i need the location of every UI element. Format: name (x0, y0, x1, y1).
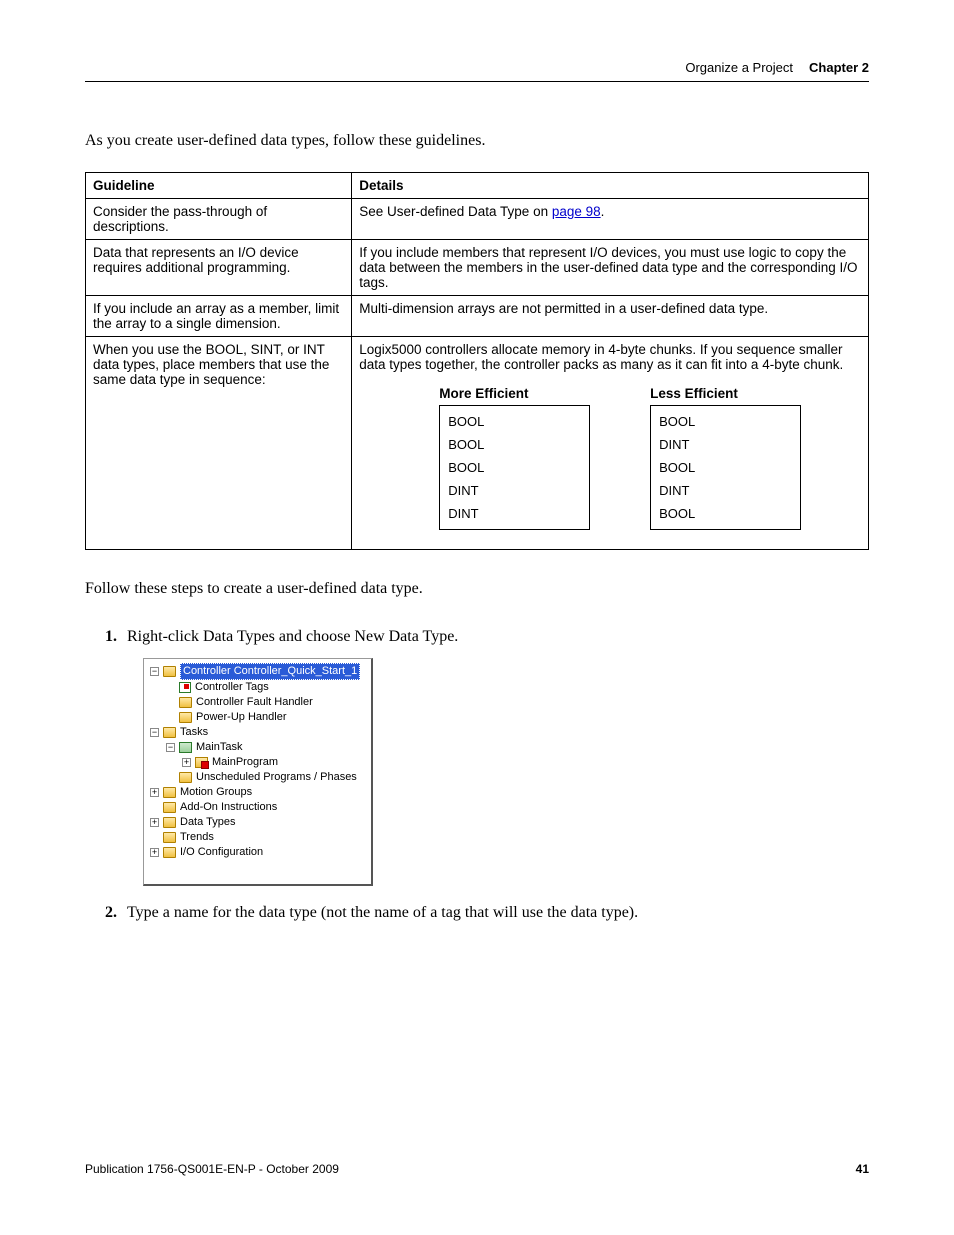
tags-icon (179, 682, 191, 693)
tree-item-unscheduled[interactable]: Unscheduled Programs / Phases (148, 770, 367, 785)
tree-label: Add-On Instructions (180, 800, 277, 815)
tree-item-mainprogram[interactable]: + MainProgram (148, 755, 367, 770)
tree-item-datatypes[interactable]: + Data Types (148, 815, 367, 830)
chapter-label: Chapter 2 (809, 60, 869, 75)
publication-id: Publication 1756-QS001E-EN-P - October 2… (85, 1162, 339, 1176)
folder-icon (163, 817, 176, 828)
details-text: . (601, 204, 605, 219)
collapse-icon[interactable]: − (166, 743, 175, 752)
table-row: If you include an array as a member, lim… (86, 296, 869, 337)
col-header-details: Details (352, 173, 869, 199)
steps-list: 1. Right-click Data Types and choose New… (85, 628, 869, 922)
tree-item-tasks[interactable]: − Tasks (148, 725, 367, 740)
folder-icon (163, 787, 176, 798)
tree-label: MainTask (196, 740, 242, 755)
type-item: BOOL (659, 456, 792, 479)
tree-label: MainProgram (212, 755, 278, 770)
chapter-title: Organize a Project (685, 60, 793, 75)
efficiency-comparison: More Efficient BOOL BOOL BOOL DINT DINT … (439, 386, 801, 530)
step-text: Type a name for the data type (not the n… (127, 904, 869, 922)
expand-icon[interactable]: + (150, 818, 159, 827)
type-item: BOOL (448, 433, 581, 456)
more-efficient-title: More Efficient (439, 386, 590, 401)
expand-icon[interactable]: + (182, 758, 191, 767)
type-item: DINT (659, 479, 792, 502)
less-efficient-title: Less Efficient (650, 386, 801, 401)
cell-details: If you include members that represent I/… (352, 240, 869, 296)
tree-item-addon[interactable]: Add-On Instructions (148, 800, 367, 815)
table-row: When you use the BOOL, SINT, or INT data… (86, 337, 869, 550)
cell-guideline: Consider the pass-through of description… (86, 199, 352, 240)
tree-item-motion[interactable]: + Motion Groups (148, 785, 367, 800)
less-efficient-box: BOOL DINT BOOL DINT BOOL (650, 405, 801, 530)
type-item: DINT (448, 479, 581, 502)
folder-open-icon (163, 666, 176, 677)
tree-item-fault-handler[interactable]: Controller Fault Handler (148, 695, 367, 710)
folder-icon (179, 697, 192, 708)
tree-label: Controller Controller_Quick_Start_1 (180, 663, 360, 680)
program-icon (195, 757, 208, 768)
type-item: BOOL (448, 410, 581, 433)
folder-icon (179, 712, 192, 723)
type-item: DINT (448, 502, 581, 525)
less-efficient-col: Less Efficient BOOL DINT BOOL DINT BOOL (650, 386, 801, 530)
cell-guideline: If you include an array as a member, lim… (86, 296, 352, 337)
tree-label: Data Types (180, 815, 235, 830)
more-efficient-box: BOOL BOOL BOOL DINT DINT (439, 405, 590, 530)
tree-label: Motion Groups (180, 785, 252, 800)
follow-text: Follow these steps to create a user-defi… (85, 580, 869, 598)
folder-icon (163, 832, 176, 843)
page-link[interactable]: page 98 (552, 204, 601, 219)
step-number: 1. (85, 628, 127, 646)
tree-item-ioconfig[interactable]: + I/O Configuration (148, 845, 367, 860)
page-footer: Publication 1756-QS001E-EN-P - October 2… (85, 1162, 869, 1176)
tree-label: Power-Up Handler (196, 710, 286, 725)
cell-details: Multi-dimension arrays are not permitted… (352, 296, 869, 337)
folder-icon (179, 772, 192, 783)
step-text: Right-click Data Types and choose New Da… (127, 628, 869, 646)
folder-icon (163, 847, 176, 858)
tree-item-powerup[interactable]: Power-Up Handler (148, 710, 367, 725)
tree-label: Trends (180, 830, 214, 845)
task-icon (179, 742, 192, 753)
details-text: Logix5000 controllers allocate memory in… (359, 342, 861, 372)
tree-item-controller-tags[interactable]: Controller Tags (148, 680, 367, 695)
more-efficient-col: More Efficient BOOL BOOL BOOL DINT DINT (439, 386, 590, 530)
cell-details: Logix5000 controllers allocate memory in… (352, 337, 869, 550)
tree-label: Controller Fault Handler (196, 695, 313, 710)
step-number: 2. (85, 904, 127, 922)
col-header-guideline: Guideline (86, 173, 352, 199)
tree-label: Controller Tags (195, 680, 269, 695)
cell-details: See User-defined Data Type on page 98. (352, 199, 869, 240)
folder-icon (163, 802, 176, 813)
type-item: DINT (659, 433, 792, 456)
cell-guideline: When you use the BOOL, SINT, or INT data… (86, 337, 352, 550)
page-header: Organize a Project Chapter 2 (85, 60, 869, 82)
step-2: 2. Type a name for the data type (not th… (85, 904, 869, 922)
tree-label: Unscheduled Programs / Phases (196, 770, 357, 785)
collapse-icon[interactable]: − (150, 667, 159, 676)
cell-guideline: Data that represents an I/O device requi… (86, 240, 352, 296)
expand-icon[interactable]: + (150, 848, 159, 857)
tree-item-maintask[interactable]: − MainTask (148, 740, 367, 755)
step-1: 1. Right-click Data Types and choose New… (85, 628, 869, 646)
tree-label: Tasks (180, 725, 208, 740)
tree-item-trends[interactable]: Trends (148, 830, 367, 845)
collapse-icon[interactable]: − (150, 728, 159, 737)
page-number: 41 (856, 1162, 869, 1176)
guidelines-table: Guideline Details Consider the pass-thro… (85, 172, 869, 550)
project-tree-screenshot: − Controller Controller_Quick_Start_1 Co… (143, 658, 373, 886)
type-item: BOOL (659, 410, 792, 433)
tree-item-controller[interactable]: − Controller Controller_Quick_Start_1 (148, 663, 367, 680)
details-text: See User-defined Data Type on (359, 204, 552, 219)
tree-label: I/O Configuration (180, 845, 263, 860)
type-item: BOOL (659, 502, 792, 525)
folder-open-icon (163, 727, 176, 738)
intro-text: As you create user-defined data types, f… (85, 132, 869, 150)
expand-icon[interactable]: + (150, 788, 159, 797)
table-row: Data that represents an I/O device requi… (86, 240, 869, 296)
type-item: BOOL (448, 456, 581, 479)
table-header-row: Guideline Details (86, 173, 869, 199)
table-row: Consider the pass-through of description… (86, 199, 869, 240)
